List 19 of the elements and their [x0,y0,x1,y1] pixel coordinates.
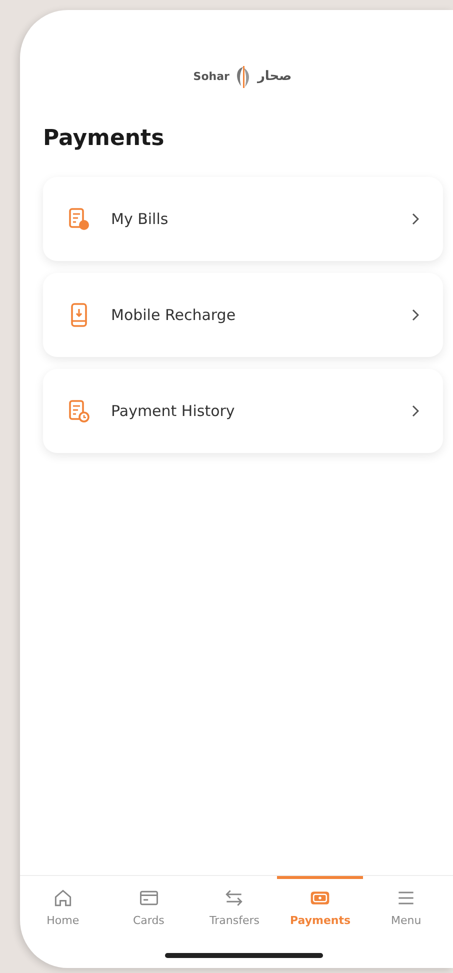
logo-text: صحار [257,68,292,86]
tab-bar-item[interactable]: Menu [363,876,449,939]
tab-bar-item[interactable]: Transfers [192,876,278,939]
payment-option-label: Mobile Recharge [111,304,237,326]
payment-option-label: My Bills [111,208,170,230]
tab-bar-item[interactable]: Cards [106,876,192,939]
logo-text: Sohar [193,68,230,85]
tab-bar-item[interactable]: Home [20,876,106,939]
bill-history-icon [67,399,91,423]
payment-option[interactable]: My Bills [43,177,443,261]
chevron-right-icon [411,213,419,225]
page-title: Payments [43,125,166,153]
tab-bar-item[interactable]: Payments [277,876,364,939]
payment-option-label: Payment History [111,400,236,422]
chevron-right-icon [411,309,419,321]
payment-option[interactable]: Payment History [43,369,443,453]
payment-option[interactable]: Mobile Recharge [43,273,443,357]
chevron-right-icon [411,405,419,417]
bill-icon [67,207,91,231]
